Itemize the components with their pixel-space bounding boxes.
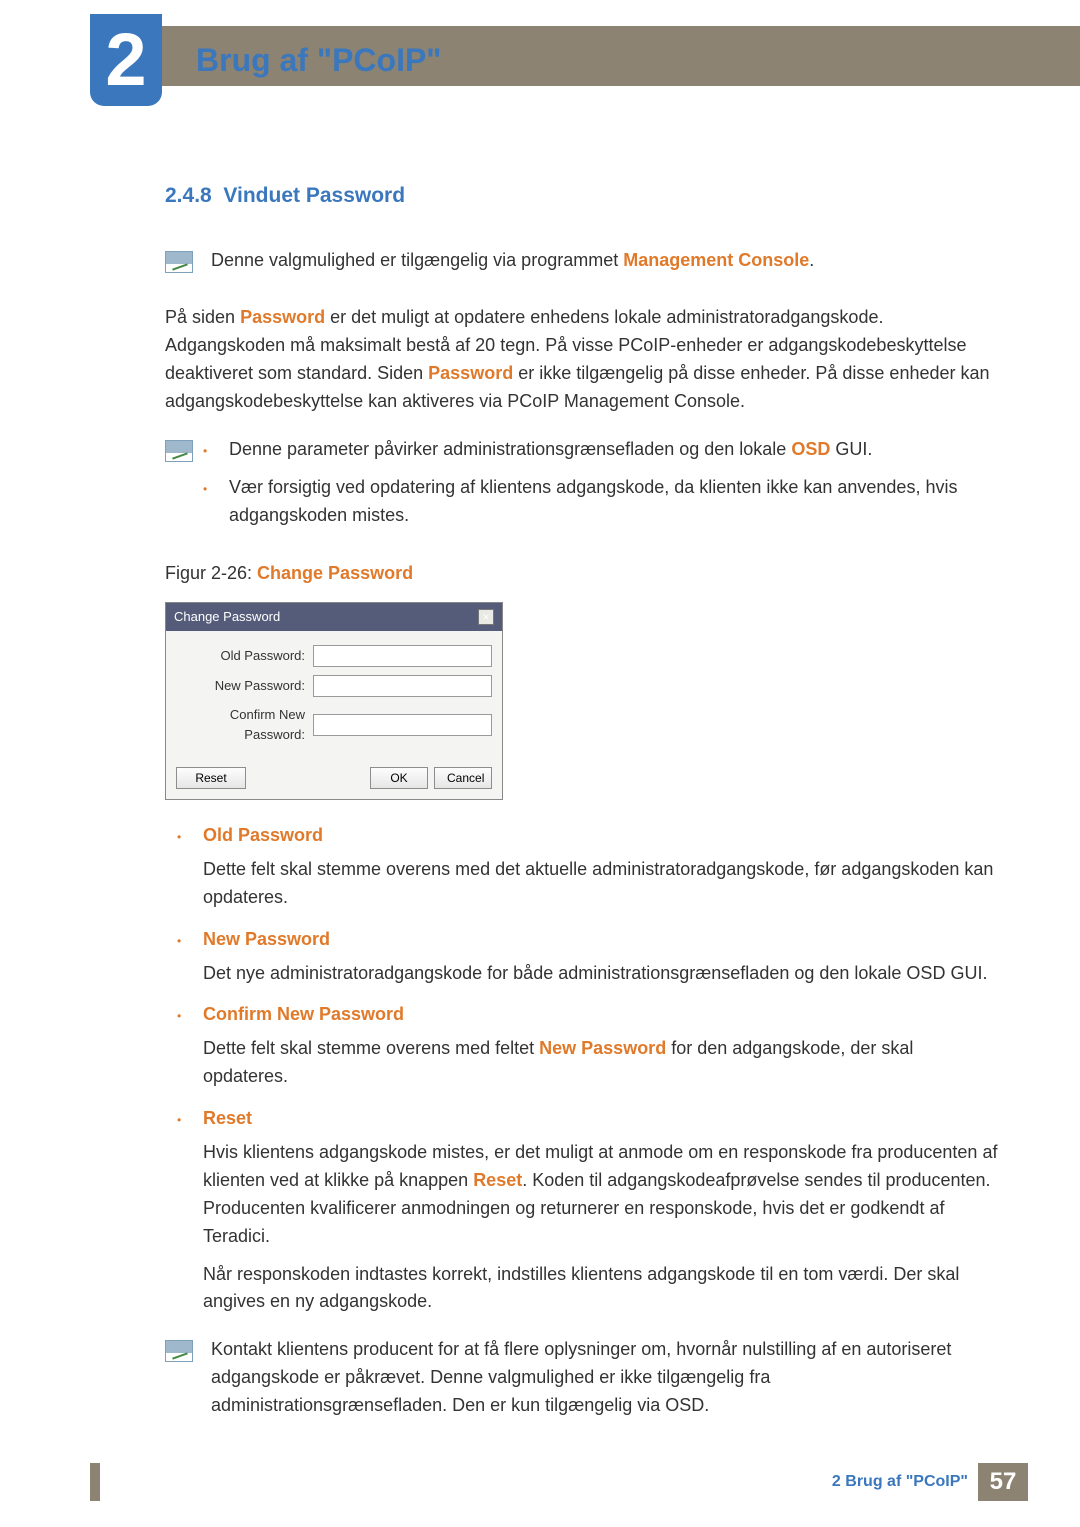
field-label: Confirm New Password: (176, 705, 313, 745)
term: Confirm New Password (203, 1001, 1000, 1029)
note-item: Denne parameter påvirker administrations… (221, 436, 1000, 464)
intro-note: Denne valgmulighed er tilgængelig via pr… (211, 247, 814, 275)
text: . (809, 250, 814, 270)
ok-button[interactable]: OK (370, 767, 428, 789)
highlight: New Password (539, 1038, 666, 1058)
field-label: New Password: (176, 676, 313, 696)
term: Reset (203, 1105, 1000, 1133)
field-label: Old Password: (176, 646, 313, 666)
text: Vær forsigtig ved opdatering af klienten… (229, 477, 957, 525)
note-item: Vær forsigtig ved opdatering af klienten… (221, 474, 1000, 530)
chapter-number-badge: 2 (90, 14, 162, 106)
desc: Hvis klientens adgangskode mistes, er de… (203, 1139, 1000, 1251)
desc: Det nye administratoradgangskode for båd… (203, 960, 1000, 988)
dialog-titlebar: Change Password × (166, 603, 502, 631)
dialog-title: Change Password (174, 607, 280, 627)
text: GUI. (830, 439, 872, 459)
highlight: Change Password (257, 563, 413, 583)
note-text: Kontakt klientens producent for at få fl… (211, 1336, 1000, 1420)
def-item: Old Password Dette felt skal stemme over… (195, 822, 1000, 912)
text: Dette felt skal stemme overens med felte… (203, 1038, 539, 1058)
chapter-title: Brug af "PCoIP" (196, 36, 441, 86)
field-row-old-password: Old Password: (176, 645, 492, 667)
section-title: Vinduet Password (223, 184, 405, 207)
paragraph: På siden Password er det muligt at opdat… (165, 304, 1000, 416)
footer: 2 Brug af "PCoIP" 57 (0, 1463, 1080, 1501)
page-number: 57 (978, 1463, 1028, 1501)
def-item: New Password Det nye administratoradgang… (195, 926, 1000, 988)
cancel-button[interactable]: Cancel (434, 767, 492, 789)
desc: Når responskoden indtastes korrekt, inds… (203, 1261, 1000, 1317)
def-item: Confirm New Password Dette felt skal ste… (195, 1001, 1000, 1091)
text: Denne valgmulighed er tilgængelig via pr… (211, 250, 623, 270)
close-icon[interactable]: × (478, 609, 494, 625)
desc: Dette felt skal stemme overens med det a… (203, 856, 1000, 912)
desc: Dette felt skal stemme overens med felte… (203, 1035, 1000, 1091)
highlight: OSD (791, 439, 830, 459)
footer-label: 2 Brug af "PCoIP" (832, 1470, 968, 1495)
def-item: Reset Hvis klientens adgangskode mistes,… (195, 1105, 1000, 1316)
new-password-input[interactable] (313, 675, 492, 697)
section-heading: 2.4.8 Vinduet Password (165, 180, 1000, 213)
highlight: Reset (473, 1170, 522, 1190)
confirm-password-input[interactable] (313, 714, 492, 736)
note-icon (165, 251, 193, 273)
reset-button[interactable]: Reset (176, 767, 246, 789)
change-password-dialog: Change Password × Old Password: New Pass… (165, 602, 503, 800)
term: Old Password (203, 822, 1000, 850)
note-icon (165, 1340, 193, 1362)
field-row-confirm-password: Confirm New Password: (176, 705, 492, 745)
text: Figur 2-26: (165, 563, 257, 583)
note-icon (165, 440, 193, 462)
highlight: Password (240, 307, 325, 327)
highlight: Management Console (623, 250, 809, 270)
term: New Password (203, 926, 1000, 954)
section-number: 2.4.8 (165, 184, 212, 207)
text: På siden (165, 307, 240, 327)
text: Denne parameter påvirker administrations… (229, 439, 791, 459)
highlight: Password (428, 363, 513, 383)
old-password-input[interactable] (313, 645, 492, 667)
figure-caption: Figur 2-26: Change Password (165, 560, 1000, 588)
field-row-new-password: New Password: (176, 675, 492, 697)
